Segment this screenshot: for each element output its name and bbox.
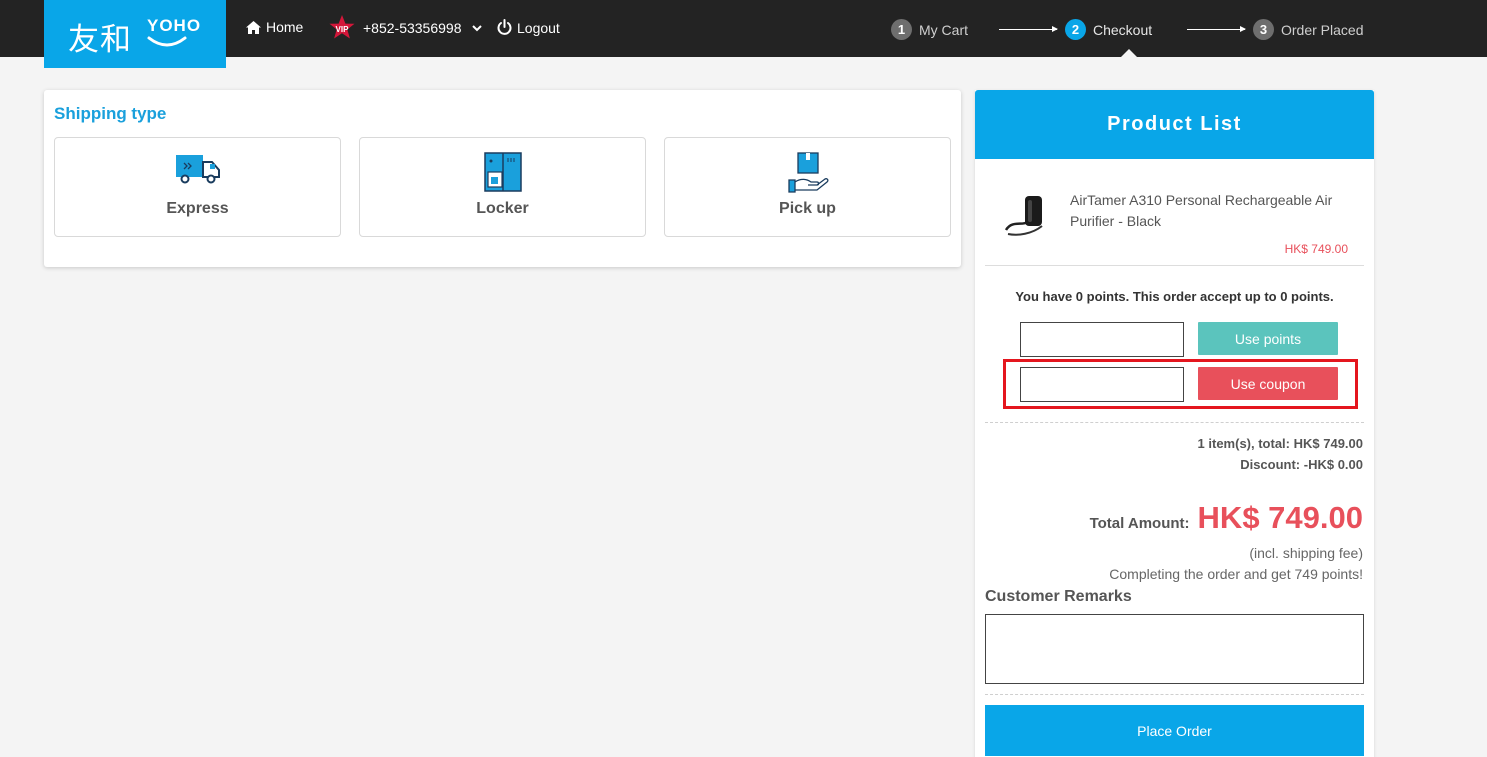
product-list-title: Product List	[975, 90, 1374, 159]
shipping-type-title: Shipping type	[54, 104, 167, 123]
step-my-cart[interactable]: 1 My Cart	[891, 19, 968, 40]
delivery-truck-icon	[175, 155, 220, 184]
step-number: 2	[1065, 19, 1086, 40]
logo-english-text: YOHO	[147, 16, 202, 35]
total-label: Total Amount:	[1089, 515, 1190, 532]
total-amount-row: Total Amount: HK$ 749.00	[1090, 500, 1363, 536]
phone-number: +852-53356998	[363, 20, 462, 36]
shipping-option-pickup[interactable]: Pick up	[664, 137, 951, 237]
shipping-fee-note: (incl. shipping fee)	[1249, 545, 1363, 561]
logo-smile-icon	[147, 36, 187, 47]
customer-remarks-textarea[interactable]	[985, 614, 1364, 684]
step-arrow-icon	[1187, 26, 1246, 32]
total-amount: HK$ 749.00	[1197, 500, 1363, 535]
items-total: 1 item(s), total: HK$ 749.00	[1197, 436, 1363, 451]
points-input[interactable]	[1020, 322, 1184, 357]
step-number: 1	[891, 19, 912, 40]
active-step-indicator	[1121, 49, 1137, 57]
discount-line: Discount: -HK$ 0.00	[1240, 457, 1363, 472]
step-number: 3	[1253, 19, 1274, 40]
power-icon	[497, 19, 512, 35]
use-coupon-button[interactable]: Use coupon	[1198, 367, 1338, 400]
yoho-logo[interactable]: 友和 YOHO	[44, 0, 226, 68]
locker-icon	[483, 152, 522, 192]
product-list-panel: Product List AirTamer A310 Personal Rech…	[975, 90, 1374, 757]
hand-package-icon	[787, 152, 828, 193]
logo-chinese-text: 友和	[68, 22, 132, 58]
product-image[interactable]	[1002, 190, 1052, 240]
shipping-type-panel: Shipping type Express Locker Pick up	[44, 90, 961, 267]
chevron-down-icon[interactable]	[470, 23, 484, 33]
shipping-option-label: Pick up	[779, 200, 836, 217]
logout-link[interactable]: Logout	[496, 19, 560, 36]
home-label: Home	[266, 19, 304, 35]
home-icon	[246, 20, 261, 34]
divider	[985, 694, 1364, 695]
points-message: You have 0 points. This order accept up …	[1015, 289, 1334, 304]
points-earned-note: Completing the order and get 749 points!	[1109, 566, 1363, 582]
place-order-button[interactable]: Place Order	[985, 705, 1364, 756]
shipping-option-express[interactable]: Express	[54, 137, 341, 237]
shipping-option-label: Express	[166, 200, 229, 217]
product-price: HK$ 749.00	[1284, 242, 1348, 256]
step-order-placed: 3 Order Placed	[1253, 19, 1363, 40]
divider	[985, 422, 1364, 423]
step-label: My Cart	[919, 21, 968, 38]
coupon-input[interactable]	[1020, 367, 1184, 402]
list-item: AirTamer A310 Personal Rechargeable Air …	[985, 185, 1364, 266]
shipping-option-locker[interactable]: Locker	[359, 137, 646, 237]
vip-badge-text: VIP	[336, 25, 350, 34]
product-name[interactable]: AirTamer A310 Personal Rechargeable Air …	[1070, 190, 1355, 232]
step-label: Checkout	[1093, 21, 1153, 38]
account-menu[interactable]: VIP +852-53356998	[328, 14, 484, 42]
shipping-option-label: Locker	[476, 200, 529, 217]
step-label: Order Placed	[1281, 21, 1364, 38]
step-checkout: 2 Checkout	[1065, 19, 1152, 40]
customer-remarks-title: Customer Remarks	[985, 588, 1132, 605]
logout-label: Logout	[517, 19, 560, 36]
use-points-button[interactable]: Use points	[1198, 322, 1338, 355]
vip-star-icon: VIP	[329, 15, 355, 39]
home-link[interactable]: Home	[245, 19, 303, 35]
step-arrow-icon	[999, 26, 1058, 32]
